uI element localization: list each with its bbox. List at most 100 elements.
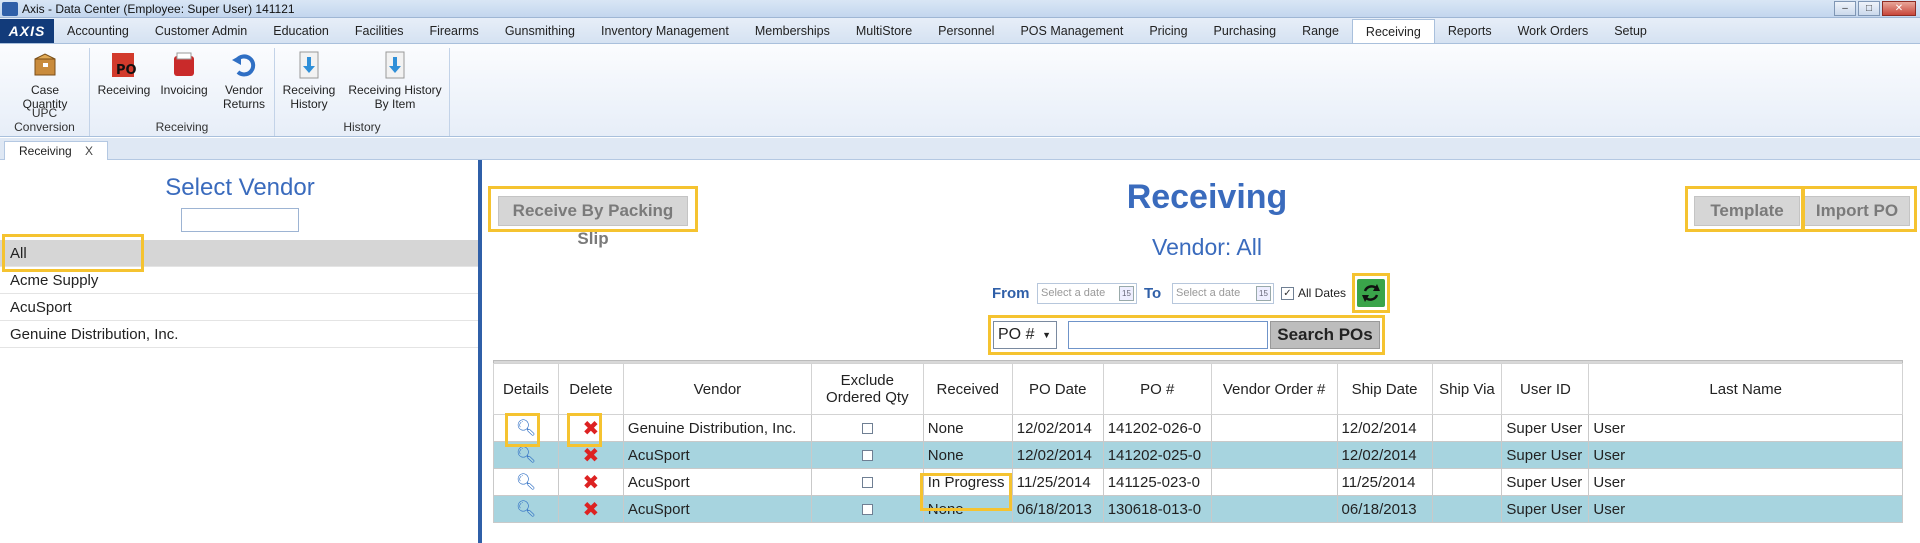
delete-x-icon[interactable]: ✖ — [583, 445, 600, 467]
ribbon-group-label: Receiving — [155, 120, 209, 134]
to-date-input[interactable]: Select a date 15 — [1172, 283, 1274, 304]
tab-reports[interactable]: Reports — [1435, 19, 1505, 43]
highlight-box — [1685, 186, 1805, 232]
column-header[interactable]: PO # — [1102, 363, 1212, 415]
delete-cell[interactable]: ✖ — [557, 495, 624, 523]
exclude-qty-cell[interactable] — [810, 495, 924, 523]
tab-multistore[interactable]: MultiStore — [843, 19, 925, 43]
vendor-item-genuine-distribution[interactable]: Genuine Distribution, Inc. — [0, 321, 478, 348]
column-header[interactable]: Exclude Ordered Qty — [810, 363, 924, 415]
tab-inventory-management[interactable]: Inventory Management — [588, 19, 742, 43]
case-quantity-button[interactable]: Case Quantity — [6, 50, 84, 111]
receiving-button[interactable]: PO Receiving — [96, 50, 152, 97]
exclude-qty-checkbox[interactable] — [861, 450, 873, 462]
table-row[interactable]: 🔍︎ ✖ AcuSport In Progress 11/25/2014 141… — [493, 468, 1903, 496]
magnifier-icon[interactable]: 🔍︎ — [516, 501, 536, 518]
ship-via-cell — [1431, 441, 1503, 469]
vendor-item-acusport[interactable]: AcuSport — [0, 294, 478, 321]
close-tab-icon[interactable]: X — [85, 142, 93, 160]
table-header-row: Details Delete Vendor Exclude Ordered Qt… — [493, 363, 1903, 415]
from-label: From — [992, 285, 1030, 302]
to-label: To — [1144, 285, 1162, 302]
table-row[interactable]: 🔍︎ ✖ AcuSport None 06/18/2013 130618-013… — [493, 495, 1903, 523]
vendor-returns-button[interactable]: Vendor Returns — [216, 50, 272, 111]
exclude-qty-cell[interactable] — [810, 414, 924, 442]
minimize-button[interactable]: – — [1834, 1, 1856, 16]
from-date-input[interactable]: Select a date 15 — [1037, 283, 1137, 304]
ribbon: Case Quantity UPC Conversion PO Receivin… — [0, 44, 1920, 137]
all-dates-checkbox[interactable]: ✓ — [1281, 287, 1294, 300]
tab-gunsmithing[interactable]: Gunsmithing — [492, 19, 588, 43]
delete-cell[interactable]: ✖ — [557, 468, 624, 496]
receiving-history-button[interactable]: Receiving History — [281, 50, 337, 111]
po-number-cell: 141125-023-0 — [1102, 468, 1212, 496]
column-header[interactable]: Vendor Order # — [1210, 363, 1338, 415]
maximize-button[interactable]: □ — [1858, 1, 1880, 16]
column-header[interactable]: Received — [922, 363, 1013, 415]
close-button[interactable]: ✕ — [1882, 1, 1916, 16]
tab-receiving[interactable]: Receiving — [1351, 19, 1435, 43]
tab-facilities[interactable]: Facilities — [342, 19, 417, 43]
app-icon — [2, 1, 18, 16]
tab-work-orders[interactable]: Work Orders — [1505, 19, 1602, 43]
ribbon-group-history: Receiving History Receiving History By I… — [275, 48, 450, 136]
magnifier-icon[interactable]: 🔍︎ — [516, 474, 536, 491]
calendar-icon[interactable]: 15 — [1119, 286, 1134, 301]
tab-education[interactable]: Education — [260, 19, 342, 43]
exclude-qty-cell[interactable] — [810, 441, 924, 469]
po-number-cell: 130618-013-0 — [1102, 495, 1212, 523]
vendor-search-input[interactable] — [181, 208, 299, 232]
details-cell[interactable]: 🔍︎ — [493, 468, 559, 496]
column-header[interactable]: Vendor — [622, 363, 812, 415]
column-header[interactable]: Ship Date — [1336, 363, 1433, 415]
details-cell[interactable]: 🔍︎ — [493, 495, 559, 523]
column-header[interactable]: User ID — [1501, 363, 1590, 415]
tab-setup[interactable]: Setup — [1601, 19, 1660, 43]
vendor-cell: Genuine Distribution, Inc. — [622, 414, 812, 442]
ship-via-cell — [1431, 468, 1503, 496]
vendor-order-cell — [1210, 441, 1338, 469]
tab-personnel[interactable]: Personnel — [925, 19, 1007, 43]
user-id-cell: Super User — [1501, 468, 1590, 496]
exclude-qty-checkbox[interactable] — [861, 477, 873, 489]
delete-x-icon[interactable]: ✖ — [583, 472, 600, 494]
column-header[interactable]: Delete — [557, 363, 624, 415]
menu-bar: AXIS Accounting Customer Admin Education… — [0, 18, 1920, 44]
magnifier-icon[interactable]: 🔍︎ — [516, 447, 536, 464]
exclude-qty-checkbox[interactable] — [861, 504, 873, 516]
po-number-cell: 141202-026-0 — [1102, 414, 1212, 442]
po-table: Details Delete Vendor Exclude Ordered Qt… — [493, 363, 1903, 523]
user-id-cell: Super User — [1501, 441, 1590, 469]
receiving-main: Receive By Packing Slip Receiving Vendor… — [482, 160, 1920, 543]
vendor-order-cell — [1210, 468, 1338, 496]
tab-range[interactable]: Range — [1289, 19, 1352, 43]
tab-customer-admin[interactable]: Customer Admin — [142, 19, 260, 43]
tab-accounting[interactable]: Accounting — [54, 19, 142, 43]
calendar-icon[interactable]: 15 — [1256, 286, 1271, 301]
ribbon-label: History — [290, 97, 328, 111]
column-header[interactable]: PO Date — [1011, 363, 1104, 415]
document-tab-receiving[interactable]: Receiving X — [4, 141, 108, 160]
column-header[interactable]: Last Name — [1588, 363, 1903, 415]
ship-via-cell — [1431, 414, 1503, 442]
tab-pos-management[interactable]: POS Management — [1007, 19, 1136, 43]
exclude-qty-cell[interactable] — [810, 468, 924, 496]
select-vendor-title: Select Vendor — [165, 174, 315, 201]
tab-pricing[interactable]: Pricing — [1136, 19, 1200, 43]
tab-purchasing[interactable]: Purchasing — [1201, 19, 1290, 43]
ship-date-cell: 06/18/2013 — [1336, 495, 1433, 523]
column-header[interactable]: Details — [493, 363, 559, 415]
ribbon-label: By Item — [374, 97, 416, 111]
table-row[interactable]: 🔍︎ ✖ AcuSport None 12/02/2014 141202-025… — [493, 441, 1903, 469]
exclude-qty-checkbox[interactable] — [861, 423, 873, 435]
delete-x-icon[interactable]: ✖ — [583, 499, 600, 521]
all-dates-label: All Dates — [1298, 286, 1347, 300]
invoicing-button[interactable]: Invoicing — [156, 50, 212, 97]
ribbon-label: Receiving — [282, 83, 336, 97]
tab-firearms[interactable]: Firearms — [417, 19, 492, 43]
column-header[interactable]: Ship Via — [1431, 363, 1503, 415]
table-row[interactable]: 🔍︎ ✖ Genuine Distribution, Inc. None 12/… — [493, 414, 1903, 442]
receiving-history-by-item-button[interactable]: Receiving History By Item — [345, 50, 445, 111]
tab-memberships[interactable]: Memberships — [742, 19, 843, 43]
highlight-box — [988, 315, 1385, 355]
